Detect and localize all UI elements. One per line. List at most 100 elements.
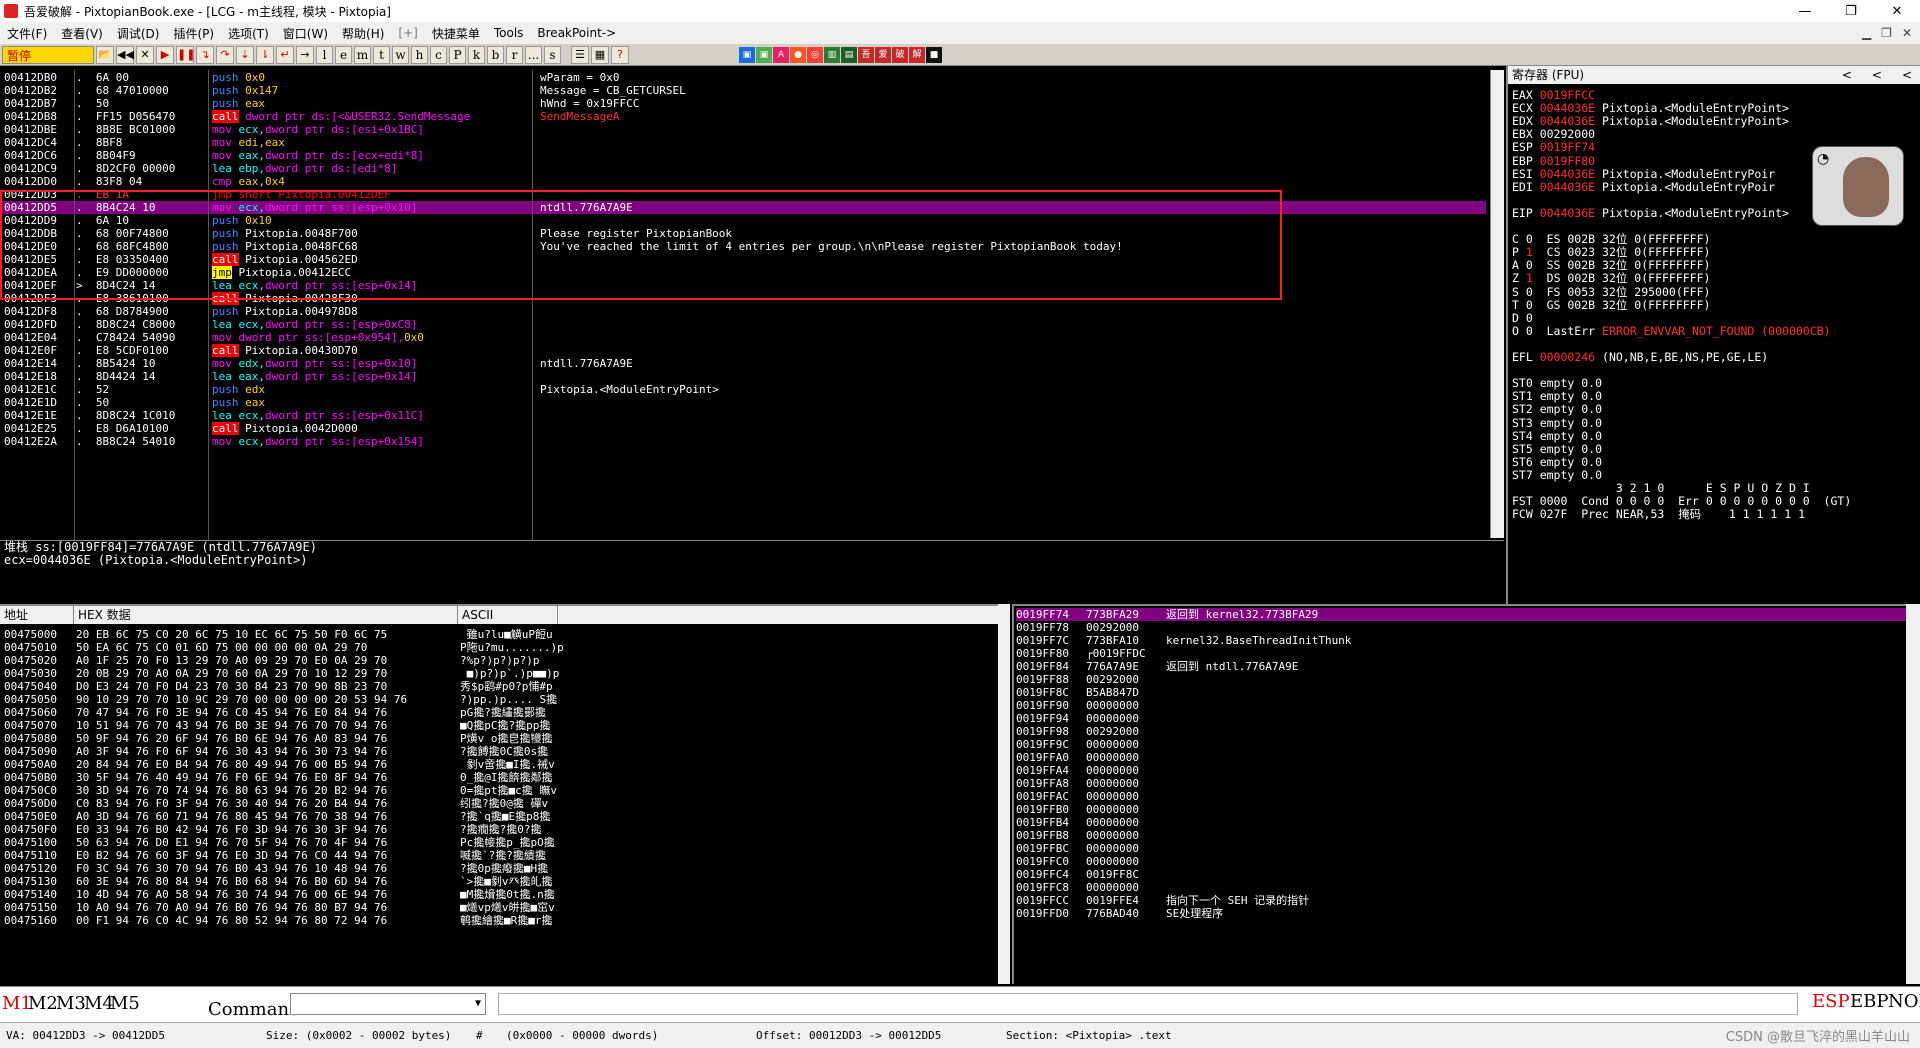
dump-row[interactable]: 00475060 70 47 94 76 F0 3E 94 76 C0 45 94…	[4, 706, 1004, 719]
stack-row[interactable]: 0019FFB8 00000000	[1016, 829, 1906, 842]
step-over-icon[interactable]: ↷	[216, 45, 234, 64]
stack-row[interactable]: 0019FF80 ┌0019FFDC	[1016, 647, 1906, 660]
register-line[interactable]: FCW 027F Prec NEAR,53 掩码 1 1 1 1 1 1	[1512, 507, 1805, 522]
stack-row[interactable]: 0019FFCC 0019FFE4 指向下一个 SEH 记录的指针	[1016, 894, 1906, 907]
disasm-hex[interactable]: . 8D4424 14	[76, 370, 206, 383]
dump-row[interactable]: 004750C0 30 3D 94 76 70 74 94 76 80 63 94…	[4, 784, 1004, 797]
dump-row[interactable]: 00475100 50 63 94 76 D0 E1 94 76 70 5F 94…	[4, 836, 1004, 849]
disasm-instruction[interactable]: mov edx,dword ptr ss:[esp+0x10]	[212, 357, 530, 370]
disasm-address[interactable]: 00412DD0	[4, 175, 74, 188]
menu-tools[interactable]: Tools	[487, 26, 531, 40]
disasm-instruction[interactable]: lea eax,dword ptr ss:[esp+0x14]	[212, 370, 530, 383]
disasm-instruction[interactable]: lea ecx,dword ptr ss:[esp+0xC8]	[212, 318, 530, 331]
toolbar-log-button[interactable]: l	[316, 45, 333, 64]
disasm-hex[interactable]: . C78424 54090	[76, 331, 206, 344]
plugin-icon-4[interactable]: ●	[790, 46, 806, 63]
disasm-address[interactable]: 00412E1D	[4, 396, 74, 409]
dump-row[interactable]: 00475070 10 51 94 76 70 43 94 76 B0 3E 94…	[4, 719, 1004, 732]
dump-row[interactable]: 00475020 A0 1F 25 70 F0 13 29 70 A0 09 29…	[4, 654, 1004, 667]
disasm-hex[interactable]: . 8B8C24 54010	[76, 435, 206, 448]
disasm-address[interactable]: 00412E2A	[4, 435, 74, 448]
m2-button[interactable]: M2	[28, 993, 58, 1014]
toolbar-runtrace-button[interactable]: ...	[525, 45, 542, 64]
dump-row[interactable]: 004750A0 20 84 94 76 E0 B4 94 76 80 49 94…	[4, 758, 1004, 771]
disasm-instruction[interactable]: lea ecx,dword ptr ss:[esp+0x11C]	[212, 409, 530, 422]
disasm-address[interactable]: 00412E1C	[4, 383, 74, 396]
disasm-address[interactable]: 00412DF8	[4, 305, 74, 318]
list-icon[interactable]: ☰	[571, 45, 589, 64]
help-icon[interactable]: ?	[611, 45, 629, 64]
toolbar-handles-button[interactable]: h	[411, 45, 428, 64]
dump-row[interactable]: 00475130 60 3E 94 76 80 84 94 76 B0 68 94…	[4, 875, 1004, 888]
dump-row[interactable]: 004750E0 A0 3D 94 76 60 71 94 76 80 45 94…	[4, 810, 1004, 823]
stack-row[interactable]: 0019FFC8 00000000	[1016, 881, 1906, 894]
disasm-instruction[interactable]: push eax	[212, 97, 530, 110]
next-arrow-icon[interactable]: <	[1902, 66, 1912, 84]
options-icon[interactable]: ▦	[591, 45, 609, 64]
plugin-icon-1[interactable]: ▣	[739, 46, 755, 63]
disasm-hex[interactable]: . 8D8C24 1C010	[76, 409, 206, 422]
execute-till-return-icon[interactable]: ↵	[276, 45, 294, 64]
disasm-address[interactable]: 00412DC9	[4, 162, 74, 175]
disasm-instruction[interactable]: mov eax,dword ptr ds:[ecx+edi*8]	[212, 149, 530, 162]
toolbar-memory-button[interactable]: m	[354, 45, 371, 64]
dump-row[interactable]: 00475030 20 0B 29 70 A0 0A 29 70 60 0A 29…	[4, 667, 1004, 680]
menu-breakpoint[interactable]: BreakPoint->	[530, 26, 623, 40]
stack-row[interactable]: 0019FF74 773BFA29 返回到 kernel32.773BFA29	[1016, 608, 1906, 621]
dump-row[interactable]: 00475120 F0 3C 94 76 30 70 94 76 B0 43 94…	[4, 862, 1004, 875]
disasm-address[interactable]: 00412E04	[4, 331, 74, 344]
stack-row[interactable]: 0019FF98 00292000	[1016, 725, 1906, 738]
dump-row[interactable]: 00475140 10 4D 94 76 A0 58 94 76 30 74 94…	[4, 888, 1004, 901]
disasm-hex[interactable]: . E8 5CDF0100	[76, 344, 206, 357]
chevron-down-icon[interactable]: ▼	[470, 993, 486, 1015]
stack-row[interactable]: 0019FFB4 00000000	[1016, 816, 1906, 829]
terminal-icon[interactable]: ■	[926, 46, 942, 63]
stack-row[interactable]: 0019FF7C 773BFA10 kernel32.BaseThreadInitT…	[1016, 634, 1906, 647]
m3-button[interactable]: M3	[56, 993, 86, 1014]
toolbar-executables-button[interactable]: e	[335, 45, 352, 64]
goto-icon[interactable]: →	[296, 45, 314, 64]
open-icon[interactable]: 📂	[96, 45, 114, 64]
disasm-hex[interactable]: . 8B8E BC01000	[76, 123, 206, 136]
dump-header-address[interactable]: 地址	[0, 606, 74, 624]
disasm-instruction[interactable]: call dword ptr ds:[<&USER32.SendMessage	[212, 110, 530, 123]
dump-header-ascii[interactable]: ASCII	[458, 606, 558, 624]
disasm-address[interactable]: 00412DBE	[4, 123, 74, 136]
disasm-hex[interactable]: . E8 D6A10100	[76, 422, 206, 435]
toolbar-jie-button[interactable]: 解	[909, 46, 925, 63]
disasm-address[interactable]: 00412DFD	[4, 318, 74, 331]
disasm-instruction[interactable]: cmp eax,0x4	[212, 175, 530, 188]
register-line[interactable]: EIP 0044036E Pixtopia.<ModuleEntryPoint>	[1512, 206, 1789, 221]
menu-shortcut[interactable]: 快捷菜单	[425, 25, 487, 42]
menu-file[interactable]: 文件(F)	[0, 25, 54, 42]
dump-row[interactable]: 00475040 D0 E3 24 70 F0 D4 23 70 30 84 23…	[4, 680, 1004, 693]
stack-scrollbar[interactable]	[1906, 604, 1920, 984]
disasm-hex[interactable]: . 8D2CF0 00000	[76, 162, 206, 175]
menu-view[interactable]: 查看(V)	[54, 25, 110, 42]
menu-options[interactable]: 选项(T)	[221, 25, 276, 42]
dump-row[interactable]: 004750B0 30 5F 94 76 40 49 94 76 F0 6E 94…	[4, 771, 1004, 784]
menu-plugins[interactable]: 插件(P)	[166, 25, 221, 42]
disasm-instruction[interactable]: mov ecx,dword ptr ds:[esi+0x1BC]	[212, 123, 530, 136]
disasm-hex[interactable]: . 8BF8	[76, 136, 206, 149]
disasm-hex[interactable]: . 52	[76, 383, 206, 396]
disasm-hex[interactable]: . 68 D8784900	[76, 305, 206, 318]
stack-row[interactable]: 0019FF8C B5AB847D	[1016, 686, 1906, 699]
disasm-hex[interactable]: . 50	[76, 396, 206, 409]
disassembly-scrollbar[interactable]	[1490, 70, 1504, 538]
disasm-address[interactable]: 00412E1E	[4, 409, 74, 422]
toolbar-cpu-button[interactable]: c	[430, 45, 447, 64]
disasm-instruction[interactable]: lea ebp,dword ptr ds:[edi*8]	[212, 162, 530, 175]
dump-row[interactable]: 00475160 00 F1 94 76 C0 4C 94 76 80 52 94…	[4, 914, 1004, 927]
minimize-button[interactable]: —	[1782, 4, 1828, 19]
menu-debug[interactable]: 调试(D)	[110, 25, 167, 42]
dump-row[interactable]: 00475080 50 9F 94 76 20 6F 94 76 B0 6E 94…	[4, 732, 1004, 745]
dump-row[interactable]: 00475010 50 EA 6C 75 C0 01 6D 75 00 00 00…	[4, 641, 1004, 654]
stack-pane[interactable]: 0019FF74 773BFA29 返回到 kernel32.773BFA29 001…	[1012, 604, 1920, 984]
mdi-minimize-icon[interactable]: ▁	[1862, 26, 1871, 40]
disasm-instruction[interactable]: push 0x0	[212, 71, 530, 84]
register-line[interactable]: EFL 00000246 (NO,NB,E,BE,NS,PE,GE,LE)	[1512, 350, 1768, 365]
mdi-restore-icon[interactable]: ❐	[1881, 26, 1892, 40]
disasm-instruction[interactable]: call Pixtopia.00430D70	[212, 344, 530, 357]
disasm-hex[interactable]: . 6A 00	[76, 71, 206, 84]
